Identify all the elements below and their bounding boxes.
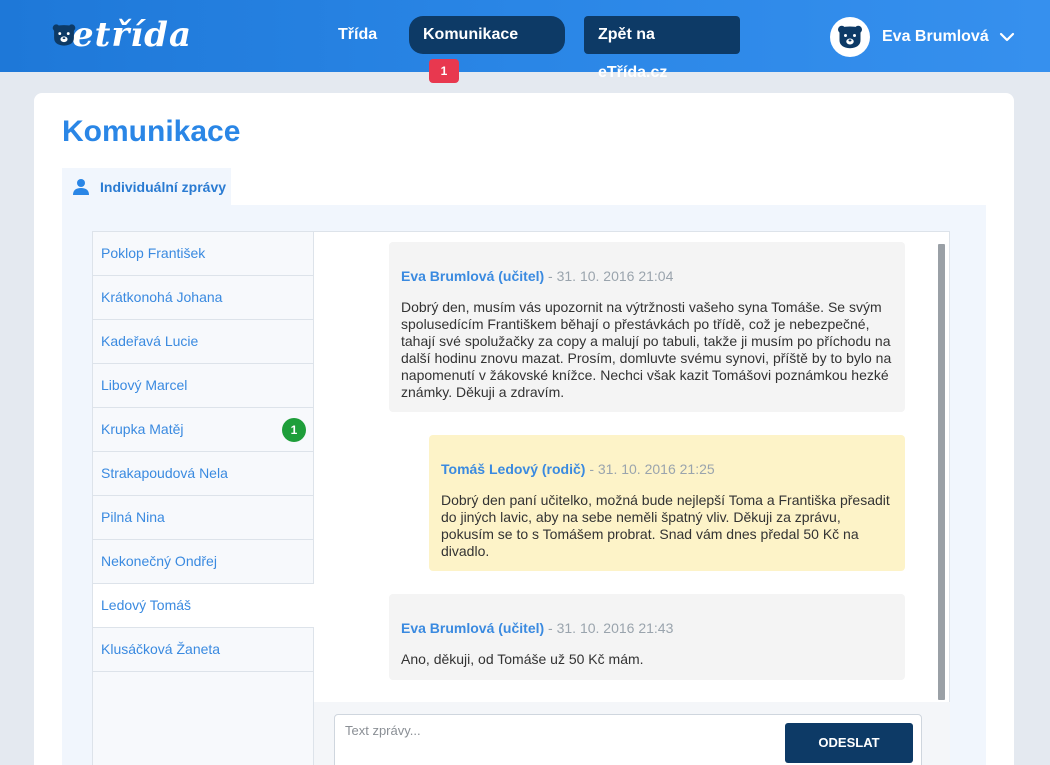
contact-item[interactable]: Nekonečný Ondřej: [93, 540, 313, 584]
message-text: Dobrý den paní učitelko, možná bude nejl…: [441, 492, 890, 559]
nav-komunikace-button[interactable]: Komunikace 1: [409, 16, 565, 83]
message-text: Dobrý den, musím vás upozornit na výtržn…: [401, 299, 892, 400]
logo-text: etřída: [72, 15, 192, 55]
message-bubble-parent: Tomáš Ledový (rodič) - 31. 10. 2016 21:2…: [429, 435, 905, 571]
contact-name: Krupka Matěj: [101, 421, 184, 437]
message-date: - 31. 10. 2016 21:25: [585, 461, 715, 477]
message-header: Eva Brumlová (učitel) - 31. 10. 2016 21:…: [401, 620, 893, 637]
message-date: - 31. 10. 2016 21:04: [544, 268, 674, 284]
contact-item[interactable]: Kadeřavá Lucie: [93, 320, 313, 364]
scrollbar[interactable]: [938, 244, 945, 700]
contact-name: Nekonečný Ondřej: [101, 553, 217, 569]
chevron-down-icon: [999, 32, 1014, 42]
user-menu[interactable]: Eva Brumlová: [830, 17, 1015, 57]
contact-item[interactable]: Krátkonohá Johana: [93, 276, 313, 320]
send-button[interactable]: ODESLAT: [785, 723, 913, 763]
message-author: Eva Brumlová (učitel): [401, 620, 545, 636]
avatar: [830, 17, 870, 57]
bear-logo-icon: [52, 24, 76, 46]
contact-name: Ledový Tomáš: [101, 597, 192, 613]
contact-name: Strakapoudová Nela: [101, 465, 228, 481]
page-title: Komunikace: [62, 115, 241, 148]
message-thread: Eva Brumlová (učitel) - 31. 10. 2016 21:…: [314, 232, 936, 702]
contact-item[interactable]: Klusáčková Žaneta: [93, 628, 313, 672]
message-author: Eva Brumlová (učitel): [401, 268, 545, 284]
messages-panel: Poklop František Krátkonohá Johana Kadeř…: [62, 205, 986, 765]
message-author: Tomáš Ledový (rodič): [441, 461, 586, 477]
back-to-etrida-button[interactable]: Zpět na eTřída.cz: [584, 16, 740, 81]
contact-item[interactable]: Krupka Matěj 1: [93, 408, 313, 452]
contact-item[interactable]: Poklop František: [93, 232, 313, 276]
logo[interactable]: etřída: [52, 14, 192, 56]
contact-item[interactable]: Pilná Nina: [93, 496, 313, 540]
contact-name: Kadeřavá Lucie: [101, 333, 199, 349]
contact-name: Klusáčková Žaneta: [101, 641, 221, 657]
contact-item[interactable]: Strakapoudová Nela: [93, 452, 313, 496]
bear-avatar-icon: [838, 25, 862, 49]
contact-name: Pilná Nina: [101, 509, 165, 525]
tab-label: Individuální zprávy: [100, 178, 227, 195]
conversation: Eva Brumlová (učitel) - 31. 10. 2016 21:…: [314, 231, 950, 765]
tab-individual-messages[interactable]: Individuální zprávy: [62, 168, 231, 205]
contact-name: Krátkonohá Johana: [101, 289, 223, 305]
main-card: Komunikace Individuální zprávy Poklop Fr…: [34, 93, 1014, 765]
contact-item[interactable]: Libový Marcel: [93, 364, 313, 408]
message-bubble-teacher: Eva Brumlová (učitel) - 31. 10. 2016 21:…: [389, 242, 905, 412]
message-header: Tomáš Ledový (rodič) - 31. 10. 2016 21:2…: [441, 461, 893, 478]
message-bubble-teacher: Eva Brumlová (učitel) - 31. 10. 2016 21:…: [389, 594, 905, 680]
user-icon: [73, 178, 89, 195]
message-composer: Text zprávy... ODESLAT: [314, 702, 950, 765]
nav-komunikace-label: Komunikace: [423, 26, 519, 43]
user-name: Eva Brumlová: [882, 28, 989, 45]
contact-name: Libový Marcel: [101, 377, 188, 393]
contact-name: Poklop František: [101, 245, 206, 261]
message-header: Eva Brumlová (učitel) - 31. 10. 2016 21:…: [401, 268, 893, 285]
contact-item-active[interactable]: Ledový Tomáš: [93, 584, 315, 628]
unread-count-badge: 1: [282, 418, 306, 442]
nav-trida[interactable]: Třída: [338, 16, 377, 54]
contact-list: Poklop František Krátkonohá Johana Kadeř…: [92, 231, 315, 765]
message-text: Ano, děkuji, od Tomáše už 50 Kč mám.: [401, 651, 644, 667]
unread-badge: 1: [429, 58, 459, 83]
message-date: - 31. 10. 2016 21:43: [544, 620, 674, 636]
top-navbar: etřída Třída Komunikace 1 Zpět na eTřída.…: [0, 0, 1050, 83]
